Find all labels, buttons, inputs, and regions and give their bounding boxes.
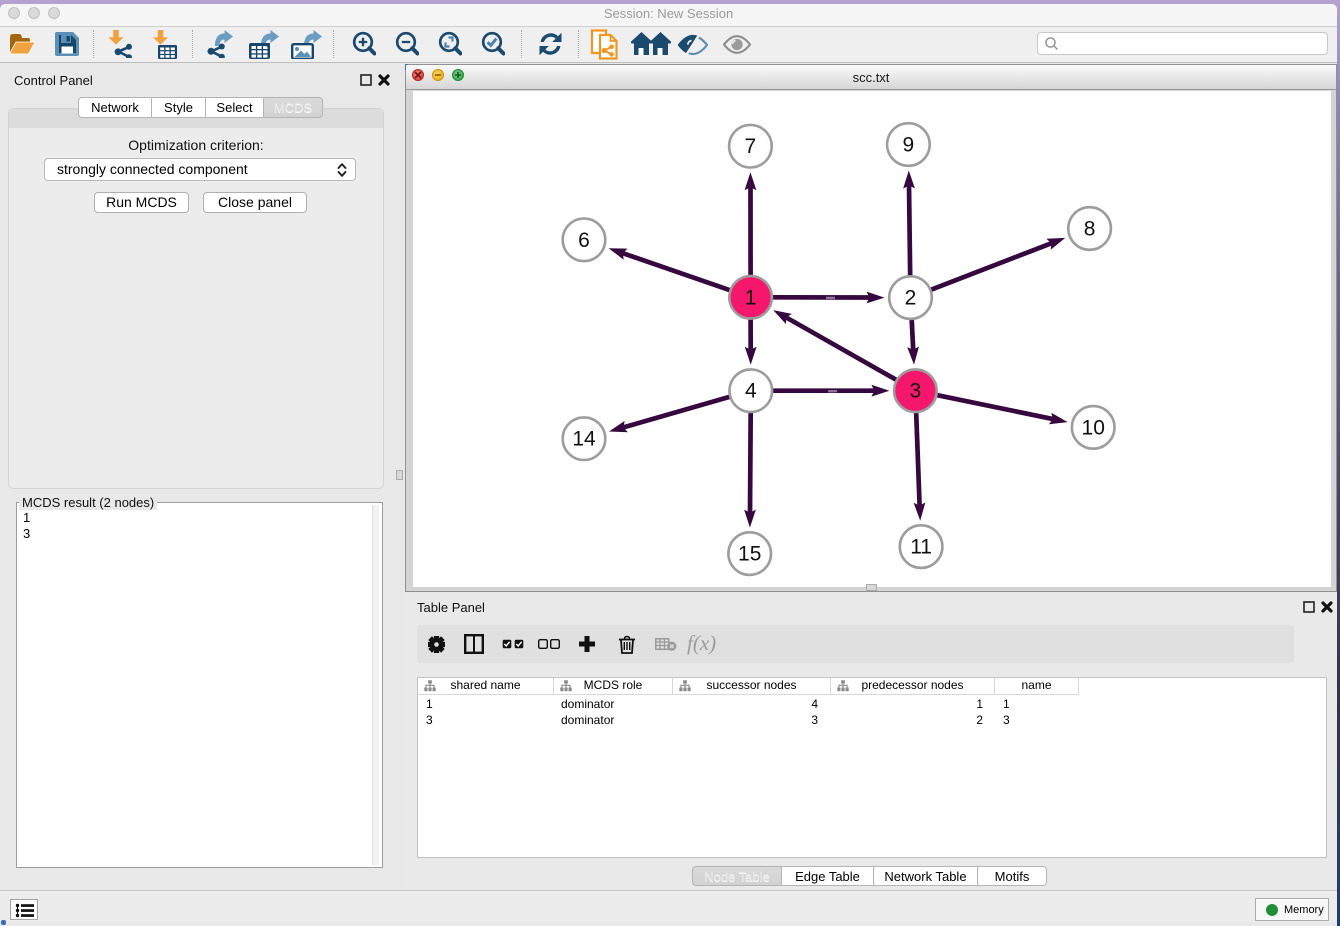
svg-text:6: 6 [578, 229, 590, 252]
svg-text:3: 3 [910, 380, 922, 403]
svg-text:11: 11 [910, 536, 932, 559]
svg-text:7: 7 [745, 135, 757, 158]
svg-text:9: 9 [903, 134, 915, 157]
svg-text:2: 2 [905, 287, 917, 310]
svg-text:8: 8 [1084, 218, 1096, 241]
svg-text:4: 4 [745, 380, 757, 403]
svg-text:15: 15 [738, 543, 761, 566]
svg-text:14: 14 [572, 428, 596, 451]
svg-text:10: 10 [1082, 416, 1105, 439]
svg-text:1: 1 [745, 286, 757, 309]
